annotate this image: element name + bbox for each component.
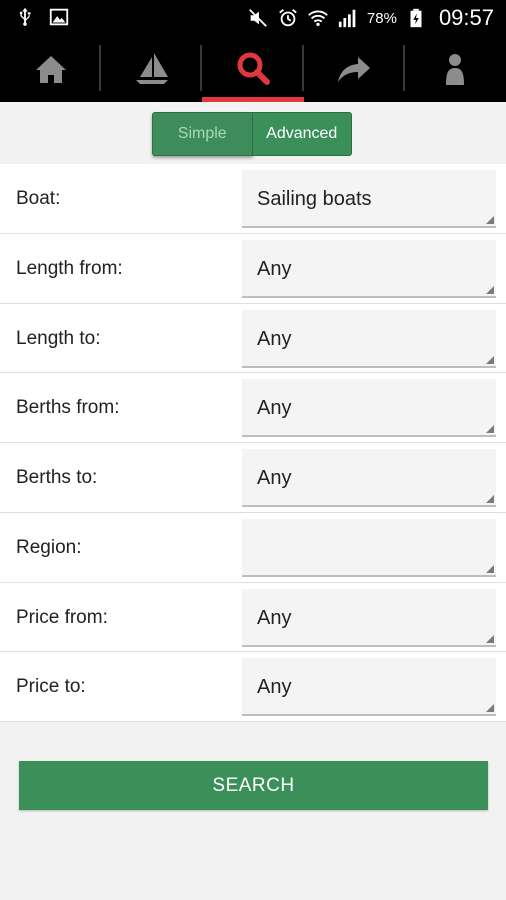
form-row-region: Region: <box>0 512 506 583</box>
price-to-select-value: Any <box>257 676 292 699</box>
dropdown-arrow-icon <box>486 355 494 364</box>
nav-share[interactable] <box>304 36 405 102</box>
search-mode-toggle: Simple Advanced <box>152 112 352 156</box>
usb-icon <box>14 6 36 28</box>
berths-to-select-value: Any <box>257 467 292 489</box>
nav-profile[interactable] <box>405 36 506 102</box>
advanced-mode-button[interactable]: Advanced <box>252 112 352 156</box>
mute-icon <box>247 7 269 29</box>
form-row-berths-to: Berths to: Any <box>0 443 506 513</box>
length-to-label: Length to: <box>16 327 101 349</box>
price-to-select[interactable]: Any <box>242 658 496 717</box>
dropdown-arrow-icon <box>486 634 494 643</box>
active-tab-indicator <box>202 97 304 102</box>
region-label: Region: <box>16 536 82 558</box>
length-to-select-value: Any <box>257 327 292 350</box>
form-row-length-to: Length to: Any <box>0 303 506 374</box>
length-from-label: Length from: <box>16 257 123 279</box>
home-icon <box>31 49 71 89</box>
price-from-label: Price from: <box>16 606 108 628</box>
search-icon <box>233 49 273 89</box>
person-icon <box>435 49 475 89</box>
berths-to-select[interactable]: Any <box>242 449 496 507</box>
signal-icon <box>337 7 359 29</box>
search-form: Boat: Sailing boats Length from: Any Len… <box>0 164 506 722</box>
top-nav-bar <box>0 36 506 102</box>
nav-search[interactable] <box>202 36 304 102</box>
share-icon <box>334 49 374 89</box>
dropdown-arrow-icon <box>486 285 494 294</box>
berths-to-label: Berths to: <box>16 467 98 488</box>
nav-boats[interactable] <box>101 36 203 102</box>
image-icon <box>48 6 70 28</box>
dropdown-arrow-icon <box>486 564 494 573</box>
dropdown-arrow-icon <box>486 425 494 434</box>
form-row-price-to: Price to: Any <box>0 652 506 722</box>
battery-percentage: 78% <box>366 9 397 27</box>
form-row-price-from: Price from: Any <box>0 582 506 653</box>
form-row-berths-from: Berths from: Any <box>0 373 506 443</box>
dropdown-arrow-icon <box>486 495 494 503</box>
price-to-label: Price to: <box>16 676 86 698</box>
sailboat-icon <box>132 49 172 89</box>
price-from-select[interactable]: Any <box>242 588 496 647</box>
nav-home[interactable] <box>0 36 102 102</box>
dropdown-arrow-icon <box>486 216 494 224</box>
berths-from-select-value: Any <box>257 397 292 420</box>
length-from-select-value: Any <box>257 257 292 280</box>
length-from-select[interactable]: Any <box>242 239 496 298</box>
price-from-select-value: Any <box>257 606 292 629</box>
boat-select-value: Sailing boats <box>257 188 372 210</box>
form-row-boat: Boat: Sailing boats <box>0 164 506 234</box>
boat-label: Boat: <box>16 188 61 209</box>
status-bar: 78% 09:57 <box>0 0 506 36</box>
boat-select[interactable]: Sailing boats <box>242 170 496 228</box>
length-to-select[interactable]: Any <box>242 309 496 368</box>
berths-from-select[interactable]: Any <box>242 379 496 438</box>
search-button[interactable]: SEARCH <box>19 761 488 810</box>
region-select[interactable] <box>242 518 496 577</box>
simple-mode-button[interactable]: Simple <box>152 112 253 156</box>
battery-icon <box>405 7 427 29</box>
clock: 09:57 <box>438 5 494 30</box>
form-row-length-from: Length from: Any <box>0 233 506 304</box>
wifi-icon <box>307 7 329 29</box>
alarm-icon <box>277 7 299 29</box>
dropdown-arrow-icon <box>486 704 494 713</box>
berths-from-label: Berths from: <box>16 397 120 419</box>
